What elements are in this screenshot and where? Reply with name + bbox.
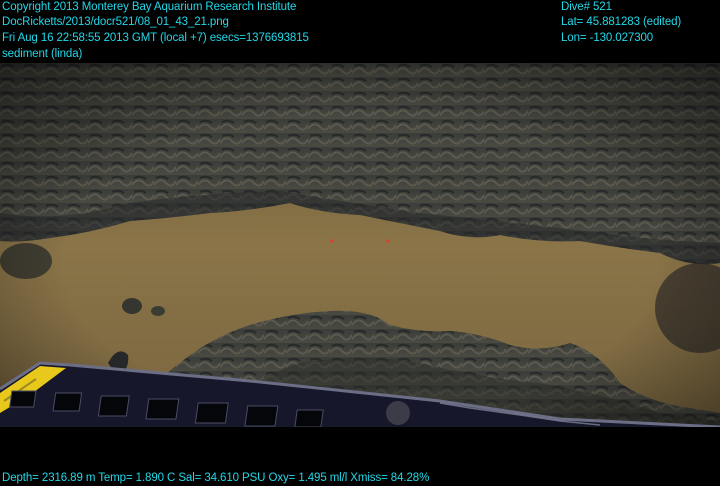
rov-frame-slot [194, 402, 229, 424]
filename-text: DocRicketts/2013/docr521/08_01_43_21.png [2, 16, 229, 28]
rov-frame-slot [145, 398, 180, 420]
timestamp-text: Fri Aug 16 22:58:55 2013 GMT (local +7) … [2, 32, 309, 44]
dive-number: Dive# 521 [561, 1, 612, 13]
seafloor-photo [0, 63, 720, 427]
rov-frame-slot [52, 392, 83, 412]
rov-frame-slot [97, 395, 130, 417]
annotation-text: sediment (linda) [2, 48, 83, 60]
rov-frame-slot [9, 390, 37, 408]
copyright-text: Copyright 2013 Monterey Bay Aquarium Res… [2, 1, 297, 13]
rov-frame-slot [244, 405, 279, 427]
longitude-readout: Lon= -130.027300 [561, 32, 654, 44]
latitude-readout: Lat= 45.881283 (edited) [561, 16, 682, 28]
rov-fitting [386, 401, 410, 425]
sensor-readout: Depth= 2316.89 m Temp= 1.890 C Sal= 34.6… [2, 472, 430, 484]
rov-frame-slot [294, 409, 324, 427]
